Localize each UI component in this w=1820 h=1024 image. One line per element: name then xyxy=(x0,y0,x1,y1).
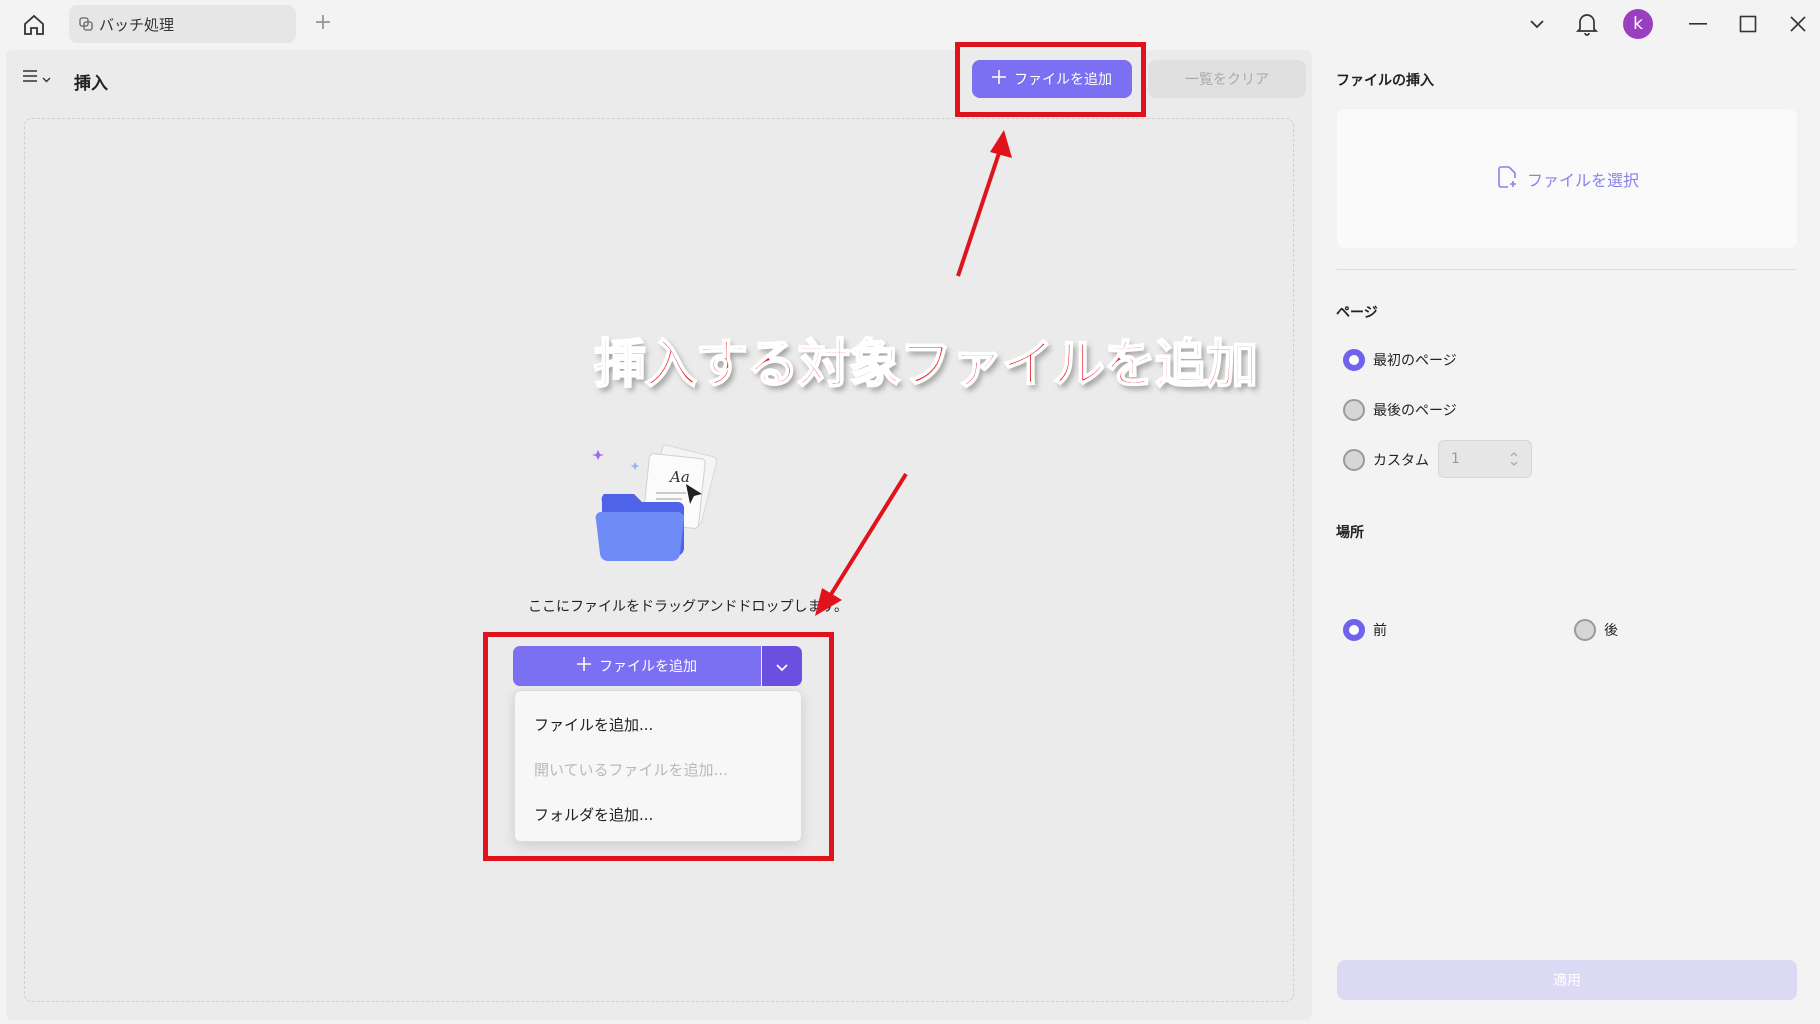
radio-label: 前 xyxy=(1373,623,1387,639)
add-file-icon xyxy=(1495,165,1519,193)
hamburger-icon xyxy=(22,68,38,87)
home-icon[interactable] xyxy=(18,10,50,40)
maximize-icon[interactable] xyxy=(1734,8,1762,40)
chevron-down-icon xyxy=(42,68,51,87)
avatar-letter: k xyxy=(1623,9,1653,39)
drop-hint: ここにファイルをドラッグアンドドロップします。 xyxy=(528,599,849,615)
radio-indicator xyxy=(1343,449,1365,471)
new-tab-button[interactable]: + xyxy=(312,12,334,34)
close-icon[interactable] xyxy=(1784,8,1812,40)
radio-label: 後 xyxy=(1604,623,1618,639)
bell-icon[interactable] xyxy=(1572,8,1602,40)
radio-after[interactable]: 後 xyxy=(1574,619,1618,641)
avatar[interactable]: k xyxy=(1622,8,1654,40)
tab-batch[interactable]: バッチ処理 xyxy=(69,5,296,43)
chevron-down-icon[interactable] xyxy=(1522,8,1552,40)
divider xyxy=(1337,269,1797,270)
minimize-icon[interactable] xyxy=(1684,8,1712,40)
annotation-callout: 挿入する対象ファイルを追加 xyxy=(593,334,1259,396)
page-title: 挿入 xyxy=(74,74,108,94)
radio-custom[interactable]: カスタム xyxy=(1343,449,1429,471)
insert-settings-panel: ファイルの挿入 ファイルを選択 ページ 最初のページ 最後のページ カスタム 1… xyxy=(1318,50,1814,1020)
panel-title: ファイルの挿入 xyxy=(1336,73,1434,89)
radio-label: 最後のページ xyxy=(1373,403,1457,419)
radio-first-page[interactable]: 最初のページ xyxy=(1343,349,1457,371)
stepper-value: 1 xyxy=(1451,451,1460,467)
radio-indicator xyxy=(1343,399,1365,421)
tab-label: バッチ処理 xyxy=(99,15,175,34)
radio-indicator xyxy=(1343,349,1365,371)
title-bar: バッチ処理 + k xyxy=(0,0,1820,48)
radio-before[interactable]: 前 xyxy=(1343,619,1387,641)
radio-indicator xyxy=(1343,619,1365,641)
highlight-box-top xyxy=(955,42,1146,117)
radio-last-page[interactable]: 最後のページ xyxy=(1343,399,1457,421)
batch-icon xyxy=(79,17,93,31)
menu-button[interactable] xyxy=(22,68,51,87)
select-file-button[interactable]: ファイルを選択 xyxy=(1337,109,1797,248)
radio-label: 最初のページ xyxy=(1373,353,1457,369)
select-file-label: ファイルを選択 xyxy=(1526,170,1639,190)
page-section-label: ページ xyxy=(1336,305,1378,321)
stepper-arrows-icon[interactable] xyxy=(1509,448,1519,474)
highlight-box-bottom xyxy=(483,632,834,861)
custom-page-stepper[interactable]: 1 xyxy=(1438,440,1532,478)
location-section-label: 場所 xyxy=(1336,525,1364,541)
folder-illustration: Aa xyxy=(592,444,718,562)
radio-label: カスタム xyxy=(1373,453,1429,469)
radio-indicator xyxy=(1574,619,1596,641)
clear-list-button[interactable]: 一覧をクリア xyxy=(1148,60,1306,98)
illustration-text: Aa xyxy=(668,468,690,486)
apply-button[interactable]: 適用 xyxy=(1337,960,1797,1000)
